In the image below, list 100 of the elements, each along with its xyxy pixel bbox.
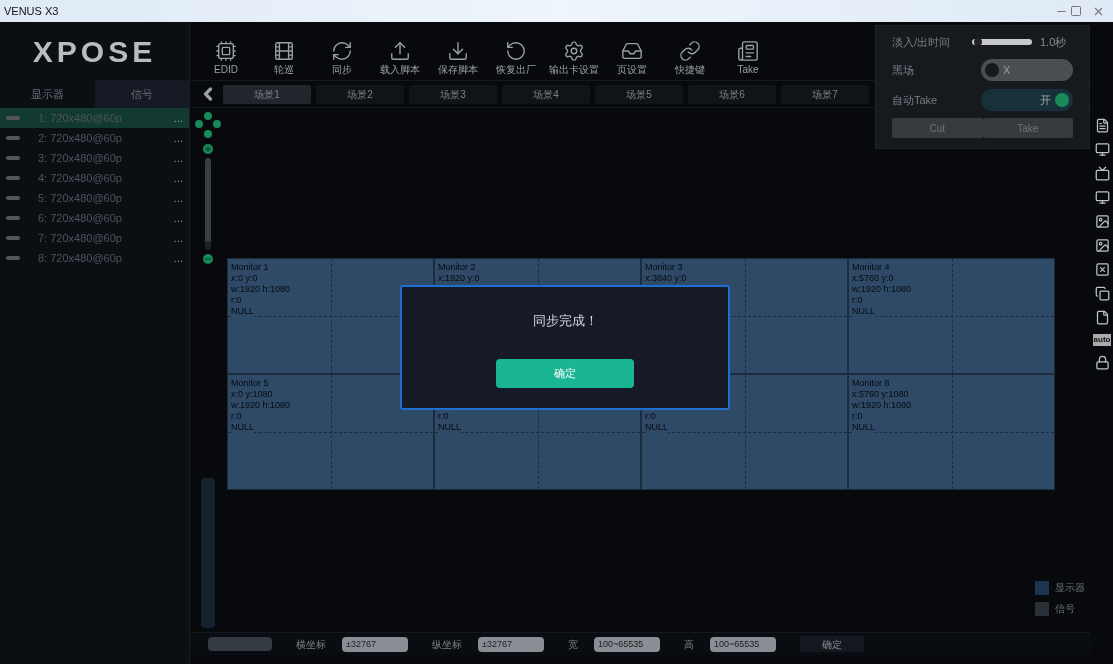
signal-name: 5: 720x480@60p xyxy=(38,190,123,206)
fade-reading: 1.0秒 xyxy=(1040,34,1067,50)
toolbar-button[interactable]: 载入脚本 xyxy=(374,40,426,76)
monitor-info-text: Monitor 5 xyxy=(231,378,269,389)
scene-tab[interactable]: 场景3 xyxy=(409,84,497,104)
more-text[interactable]: ... xyxy=(173,109,183,127)
scene-tab[interactable]: 场景4 xyxy=(502,84,590,104)
scene-tab[interactable]: 场景6 xyxy=(688,84,776,104)
toggle-knob xyxy=(985,63,999,77)
signal-name: 6: 720x480@60p xyxy=(38,210,123,226)
toolbar-button[interactable]: EDID xyxy=(200,40,252,76)
direction-pad-drawing[interactable] xyxy=(195,112,221,138)
scene-tab[interactable]: 场景7 xyxy=(781,84,869,104)
signal-name: 2: 720x480@60p xyxy=(38,130,123,146)
confirm-button[interactable]: 确定 xyxy=(800,636,864,652)
lock-icon[interactable] xyxy=(1094,355,1110,370)
scene-tab[interactable]: 场景5 xyxy=(595,84,683,104)
legend-label: 显示器 xyxy=(1055,581,1085,595)
monitor-info-text: x:5760 y:1080 xyxy=(852,389,909,400)
more-text[interactable]: ... xyxy=(173,209,183,227)
monitor-info-text: w:1920 h:1080 xyxy=(231,284,291,295)
monitor-info-text: NULL xyxy=(852,306,875,317)
zoom-out-icon[interactable] xyxy=(203,254,213,264)
zoom-slider-track[interactable] xyxy=(205,158,211,250)
toggle-text: X xyxy=(1003,62,1011,78)
fade-slider-track[interactable] xyxy=(972,39,1032,45)
screen-icon[interactable] xyxy=(1094,190,1110,205)
more-text[interactable]: ... xyxy=(173,129,183,147)
signal-name: 1: 720x480@60p xyxy=(38,110,123,126)
more-text[interactable]: ... xyxy=(173,189,183,207)
field-label: 横坐标 xyxy=(296,637,326,652)
toolbar-button[interactable]: 保存脚本 xyxy=(432,40,484,76)
toolbar-button[interactable]: Take xyxy=(722,40,774,76)
toolbar-button[interactable]: 输出卡设置 xyxy=(548,40,600,76)
more-text[interactable]: ... xyxy=(173,249,183,267)
image-icon[interactable] xyxy=(1094,238,1110,253)
screen-icon[interactable] xyxy=(1094,142,1110,157)
monitor-info-text: Monitor 3 xyxy=(645,262,683,273)
auto-icon[interactable]: auto xyxy=(1092,334,1112,346)
monitor-info-text: NULL xyxy=(231,306,254,317)
field-label: 高 xyxy=(684,637,694,652)
chip-icon xyxy=(215,40,237,62)
logo: XPOSE xyxy=(32,33,157,70)
more-text[interactable]: ... xyxy=(173,169,183,187)
upload-icon xyxy=(389,40,411,62)
window-title: VENUS X3 xyxy=(4,3,59,19)
monitor-info-text: r:0 xyxy=(231,295,242,306)
input-field[interactable]: 100~65535 xyxy=(710,636,776,652)
signal-item[interactable]: 1: 720x480@60p ... xyxy=(0,108,189,128)
monitor-info-text: NULL xyxy=(438,422,461,433)
monitor-info-text: x:3840 y:0 xyxy=(645,273,687,284)
monitor-info-text: x:5760 y:0 xyxy=(852,273,894,284)
more-text[interactable]: ... xyxy=(173,149,183,167)
legend-label: 信号 xyxy=(1055,602,1075,616)
download-icon xyxy=(447,40,469,62)
signal-name: 7: 720x480@60p xyxy=(38,230,123,246)
toggle-switch[interactable]: 开 xyxy=(981,89,1073,111)
more-text[interactable]: ... xyxy=(173,229,183,247)
monitor-icon[interactable] xyxy=(1094,166,1110,181)
input-field[interactable]: ±32767 xyxy=(342,636,408,652)
blank-screen-label: 黑场 xyxy=(892,62,914,78)
toolbar-button[interactable]: 轮巡 xyxy=(258,40,310,76)
toolbar-button[interactable]: 页设置 xyxy=(606,40,658,76)
input-field[interactable]: ±32767 xyxy=(478,636,544,652)
toggle-switch[interactable]: X xyxy=(981,59,1073,81)
signal-name: 3: 720x480@60p xyxy=(38,150,123,166)
input-field[interactable] xyxy=(208,637,272,651)
link-icon xyxy=(679,40,701,62)
toolbar-button[interactable]: 同步 xyxy=(316,40,368,76)
file-icon[interactable] xyxy=(1094,310,1110,325)
monitor-info-text: w:1920 h:1080 xyxy=(852,284,912,295)
scene-tab[interactable]: 场景1 xyxy=(223,84,311,104)
scrollbar[interactable] xyxy=(201,478,215,628)
scene-tab[interactable]: 场景2 xyxy=(316,84,404,104)
monitor-info-text: r:0 xyxy=(438,411,449,422)
monitor-info-text: NULL xyxy=(645,422,668,433)
toolbar-button[interactable]: 恢复出厂 xyxy=(490,40,542,76)
auto-take-label: 自动Take xyxy=(892,92,938,108)
monitor-info-text: Monitor 8 xyxy=(852,378,890,389)
tray-icon xyxy=(621,40,643,62)
document-icon[interactable] xyxy=(1094,118,1110,133)
monitor-info-text: Monitor 2 xyxy=(438,262,476,273)
signal-name: 4: 720x480@60p xyxy=(38,170,123,186)
monitor-info-text: w:1920 h:1080 xyxy=(852,400,912,411)
input-field[interactable]: 100~65535 xyxy=(594,636,660,652)
toggle-knob xyxy=(1055,93,1069,107)
maximize-icon[interactable] xyxy=(1070,5,1082,17)
monitor-info-text: x:1920 y:0 xyxy=(438,273,480,284)
toolbar-button[interactable]: 快捷键 xyxy=(664,40,716,76)
fade-slider-thumb[interactable] xyxy=(973,38,982,46)
monitor-info-text: NULL xyxy=(852,422,875,433)
monitor-info-text: r:0 xyxy=(852,295,863,306)
image-icon[interactable] xyxy=(1094,214,1110,229)
dialog-message: 同步完成！ xyxy=(532,312,598,330)
close-icon[interactable] xyxy=(1094,262,1110,277)
monitor-info-text: x:0 y:1080 xyxy=(231,389,273,400)
copy-icon[interactable] xyxy=(1094,286,1110,301)
zoom-in-icon[interactable] xyxy=(203,144,213,154)
field-label: 宽 xyxy=(568,637,578,652)
side-tab[interactable]: 信号 xyxy=(94,80,189,108)
